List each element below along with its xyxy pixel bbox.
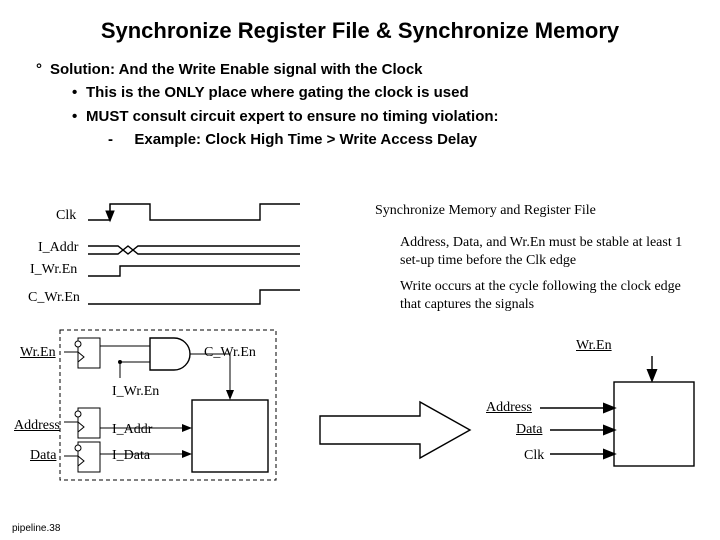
- wave-cwren: [88, 290, 300, 304]
- wave-iwren: [88, 266, 300, 276]
- and-gate: [150, 338, 190, 370]
- diagram-svg: [0, 190, 720, 520]
- wave-iaddr: [88, 246, 300, 254]
- bullet-2b: MUST consult circuit expert to ensure no…: [86, 108, 499, 125]
- latch-wren: [78, 338, 100, 368]
- regfile-box-left: [192, 400, 268, 472]
- slide-title: Synchronize Register File & Synchronize …: [30, 18, 690, 44]
- regfile-box-right: [614, 382, 694, 466]
- diagram-stage: Clk I_Addr I_Wr.En C_Wr.En Synchronize M…: [0, 190, 720, 520]
- bullet-1: Solution: And the Write Enable signal wi…: [50, 61, 423, 78]
- latch-addr: [78, 408, 100, 438]
- big-arrow-icon: [320, 402, 470, 458]
- bullet-3: Example: Clock High Time > Write Access …: [134, 131, 477, 148]
- wave-clk: [88, 204, 300, 220]
- bullet-list: °Solution: And the Write Enable signal w…: [30, 58, 690, 151]
- latch-data: [78, 442, 100, 472]
- slide-footer: pipeline.38: [12, 523, 60, 534]
- bullet-2a: This is the ONLY place where gating the …: [86, 84, 469, 101]
